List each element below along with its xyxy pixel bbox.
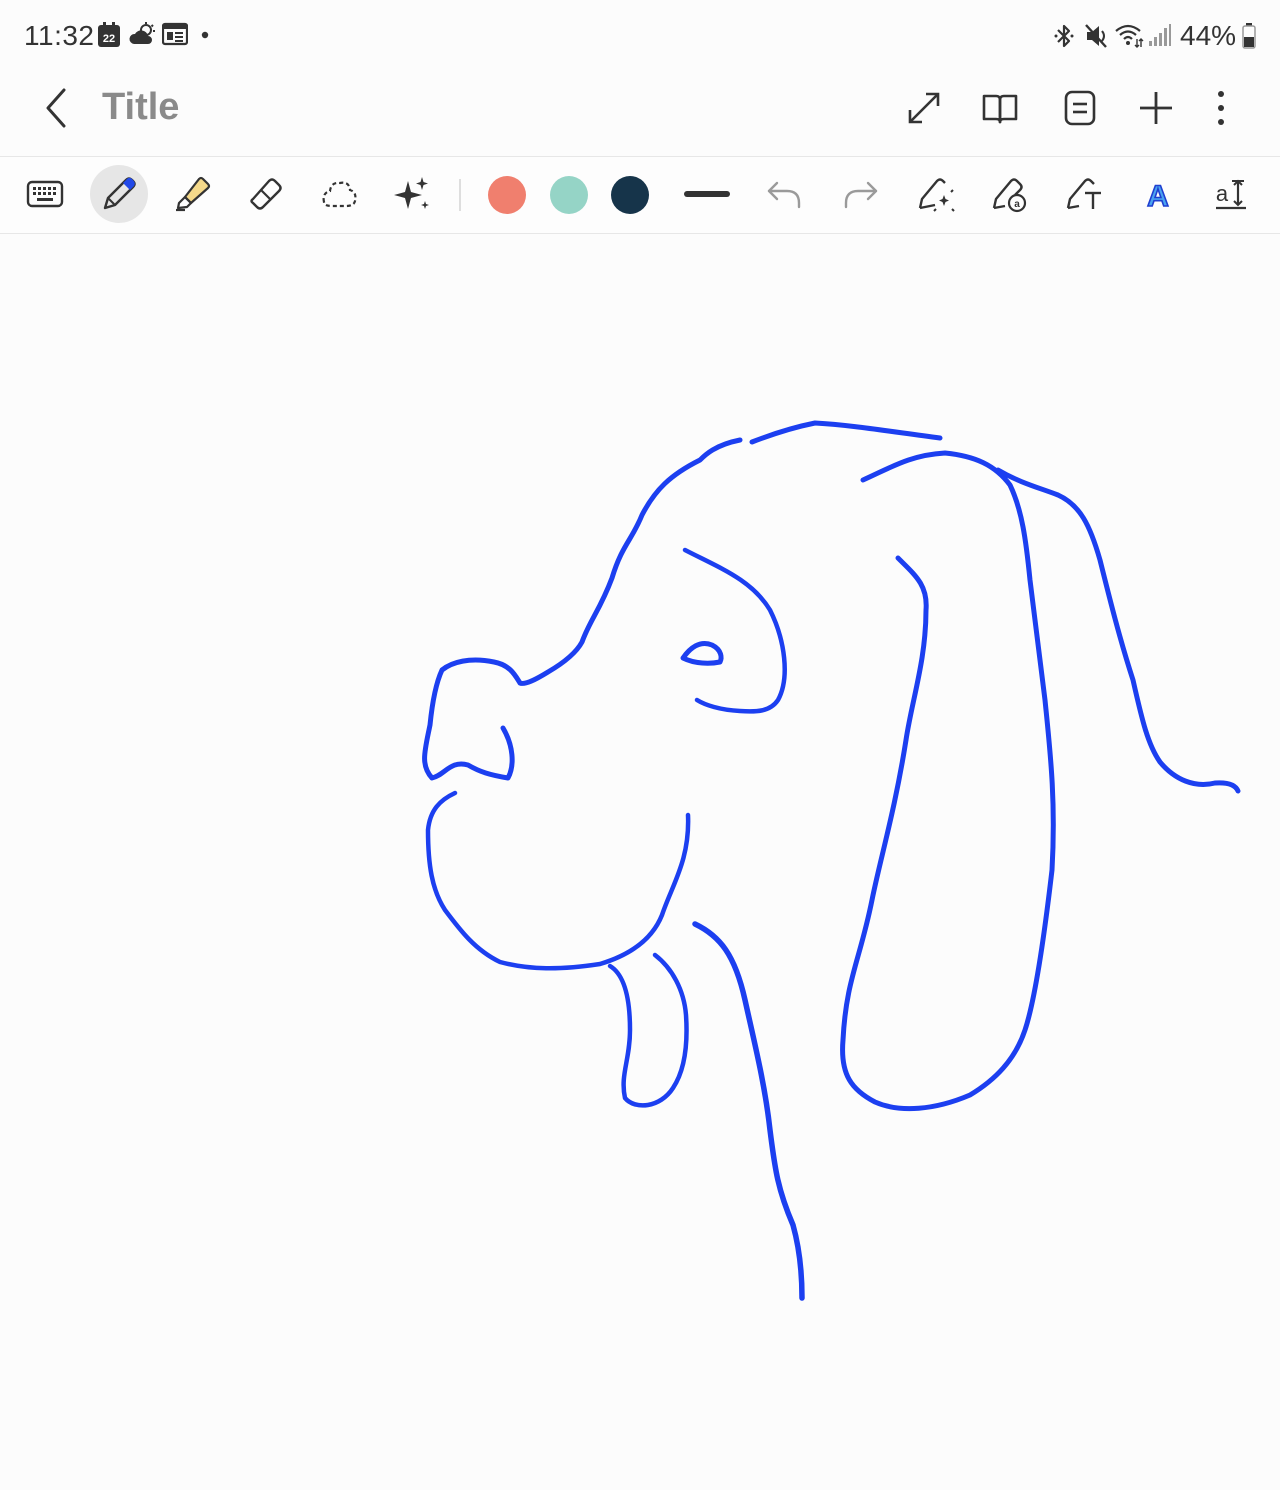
highlighter-tool-button[interactable] [163, 165, 221, 223]
expand-arrows-icon [908, 92, 940, 124]
bluetooth-icon [1054, 24, 1074, 48]
toolbar-divider [459, 179, 461, 211]
stroke-head-top [422, 437, 743, 781]
status-time: 11:32 [24, 20, 95, 51]
handwriting-convert-button[interactable]: a [981, 165, 1039, 223]
stroke-tongue [607, 952, 689, 1108]
plus-icon [1140, 92, 1172, 124]
calendar-icon: 22 [98, 22, 120, 47]
stroke-width-button[interactable] [678, 165, 736, 223]
mute-icon [1085, 24, 1107, 48]
dog-drawing [422, 420, 1241, 1301]
back-arrow-icon [46, 88, 66, 128]
svg-text:a: a [1014, 199, 1020, 210]
eraser-tool-button[interactable] [236, 165, 294, 223]
weather-cloud-sun-icon [129, 22, 155, 44]
pen-icon [103, 177, 136, 210]
status-bar: 11:32 22 44% [0, 0, 1280, 72]
redo-arrow-icon [844, 181, 878, 209]
sparkles-icon [394, 177, 429, 209]
undo-arrow-icon [767, 181, 801, 209]
add-page-button[interactable] [1132, 84, 1180, 132]
reading-mode-button[interactable] [976, 84, 1024, 132]
stroke-eye-socket [682, 547, 787, 714]
open-book-icon [982, 94, 1018, 124]
lasso-tool-button[interactable] [310, 165, 368, 223]
lasso-dashed-icon [322, 181, 357, 208]
ai-assist-tool-button[interactable] [384, 165, 442, 223]
shape-assist-button[interactable] [907, 165, 965, 223]
pen-to-text-button[interactable] [1055, 165, 1113, 223]
more-vertical-icon [1218, 91, 1224, 125]
keyboard-icon [26, 180, 64, 208]
color-swatch-salmon[interactable] [488, 176, 526, 214]
undo-button[interactable] [755, 165, 813, 223]
more-options-button[interactable] [1197, 84, 1245, 132]
keyboard-tool-button[interactable] [16, 165, 74, 223]
page-template-button[interactable] [1056, 84, 1104, 132]
page-lines-icon [1064, 90, 1096, 126]
redo-button[interactable] [832, 165, 890, 223]
drawing-canvas[interactable] [0, 233, 1280, 1490]
svg-text:a: a [1216, 181, 1229, 206]
notes-app-screen: 11:32 22 44% Title a A a [0, 0, 1280, 1490]
stroke-neck [692, 921, 805, 1301]
stroke-brow [749, 420, 943, 445]
eraser-icon [250, 178, 282, 210]
news-feed-icon [162, 22, 188, 46]
notification-dot-icon [201, 31, 209, 39]
stroke-width-line-icon [684, 191, 730, 197]
text-size-icon: a [1216, 179, 1246, 210]
calendar-day-text: 22 [103, 33, 115, 45]
stroke-eye [680, 641, 724, 666]
back-button[interactable] [34, 84, 82, 132]
note-header: Title [0, 72, 1280, 156]
text-style-button[interactable]: A [1129, 165, 1187, 223]
text-size-button[interactable]: a [1202, 165, 1260, 223]
color-swatch-navy[interactable] [611, 176, 649, 214]
signal-strength-icon [1149, 24, 1171, 46]
battery-icon [1242, 23, 1256, 49]
note-title[interactable]: Title [102, 86, 179, 129]
wifi-icon [1115, 24, 1144, 48]
fullscreen-button[interactable] [900, 84, 948, 132]
pen-convert-icon: a [992, 178, 1027, 213]
stroke-jaw [425, 790, 691, 971]
battery-percent: 44% [1180, 20, 1237, 51]
drawing-toolbar: a A a [0, 156, 1280, 234]
letter-a-style-icon: A [1146, 179, 1169, 214]
color-swatch-mint[interactable] [550, 176, 588, 214]
stroke-ear-inner [840, 450, 1056, 1112]
svg-text:A: A [1147, 180, 1169, 213]
pen-tool-button[interactable] [90, 165, 148, 223]
pen-text-icon [1066, 178, 1101, 210]
highlighter-icon [176, 176, 211, 212]
pen-magic-icon [918, 178, 955, 212]
